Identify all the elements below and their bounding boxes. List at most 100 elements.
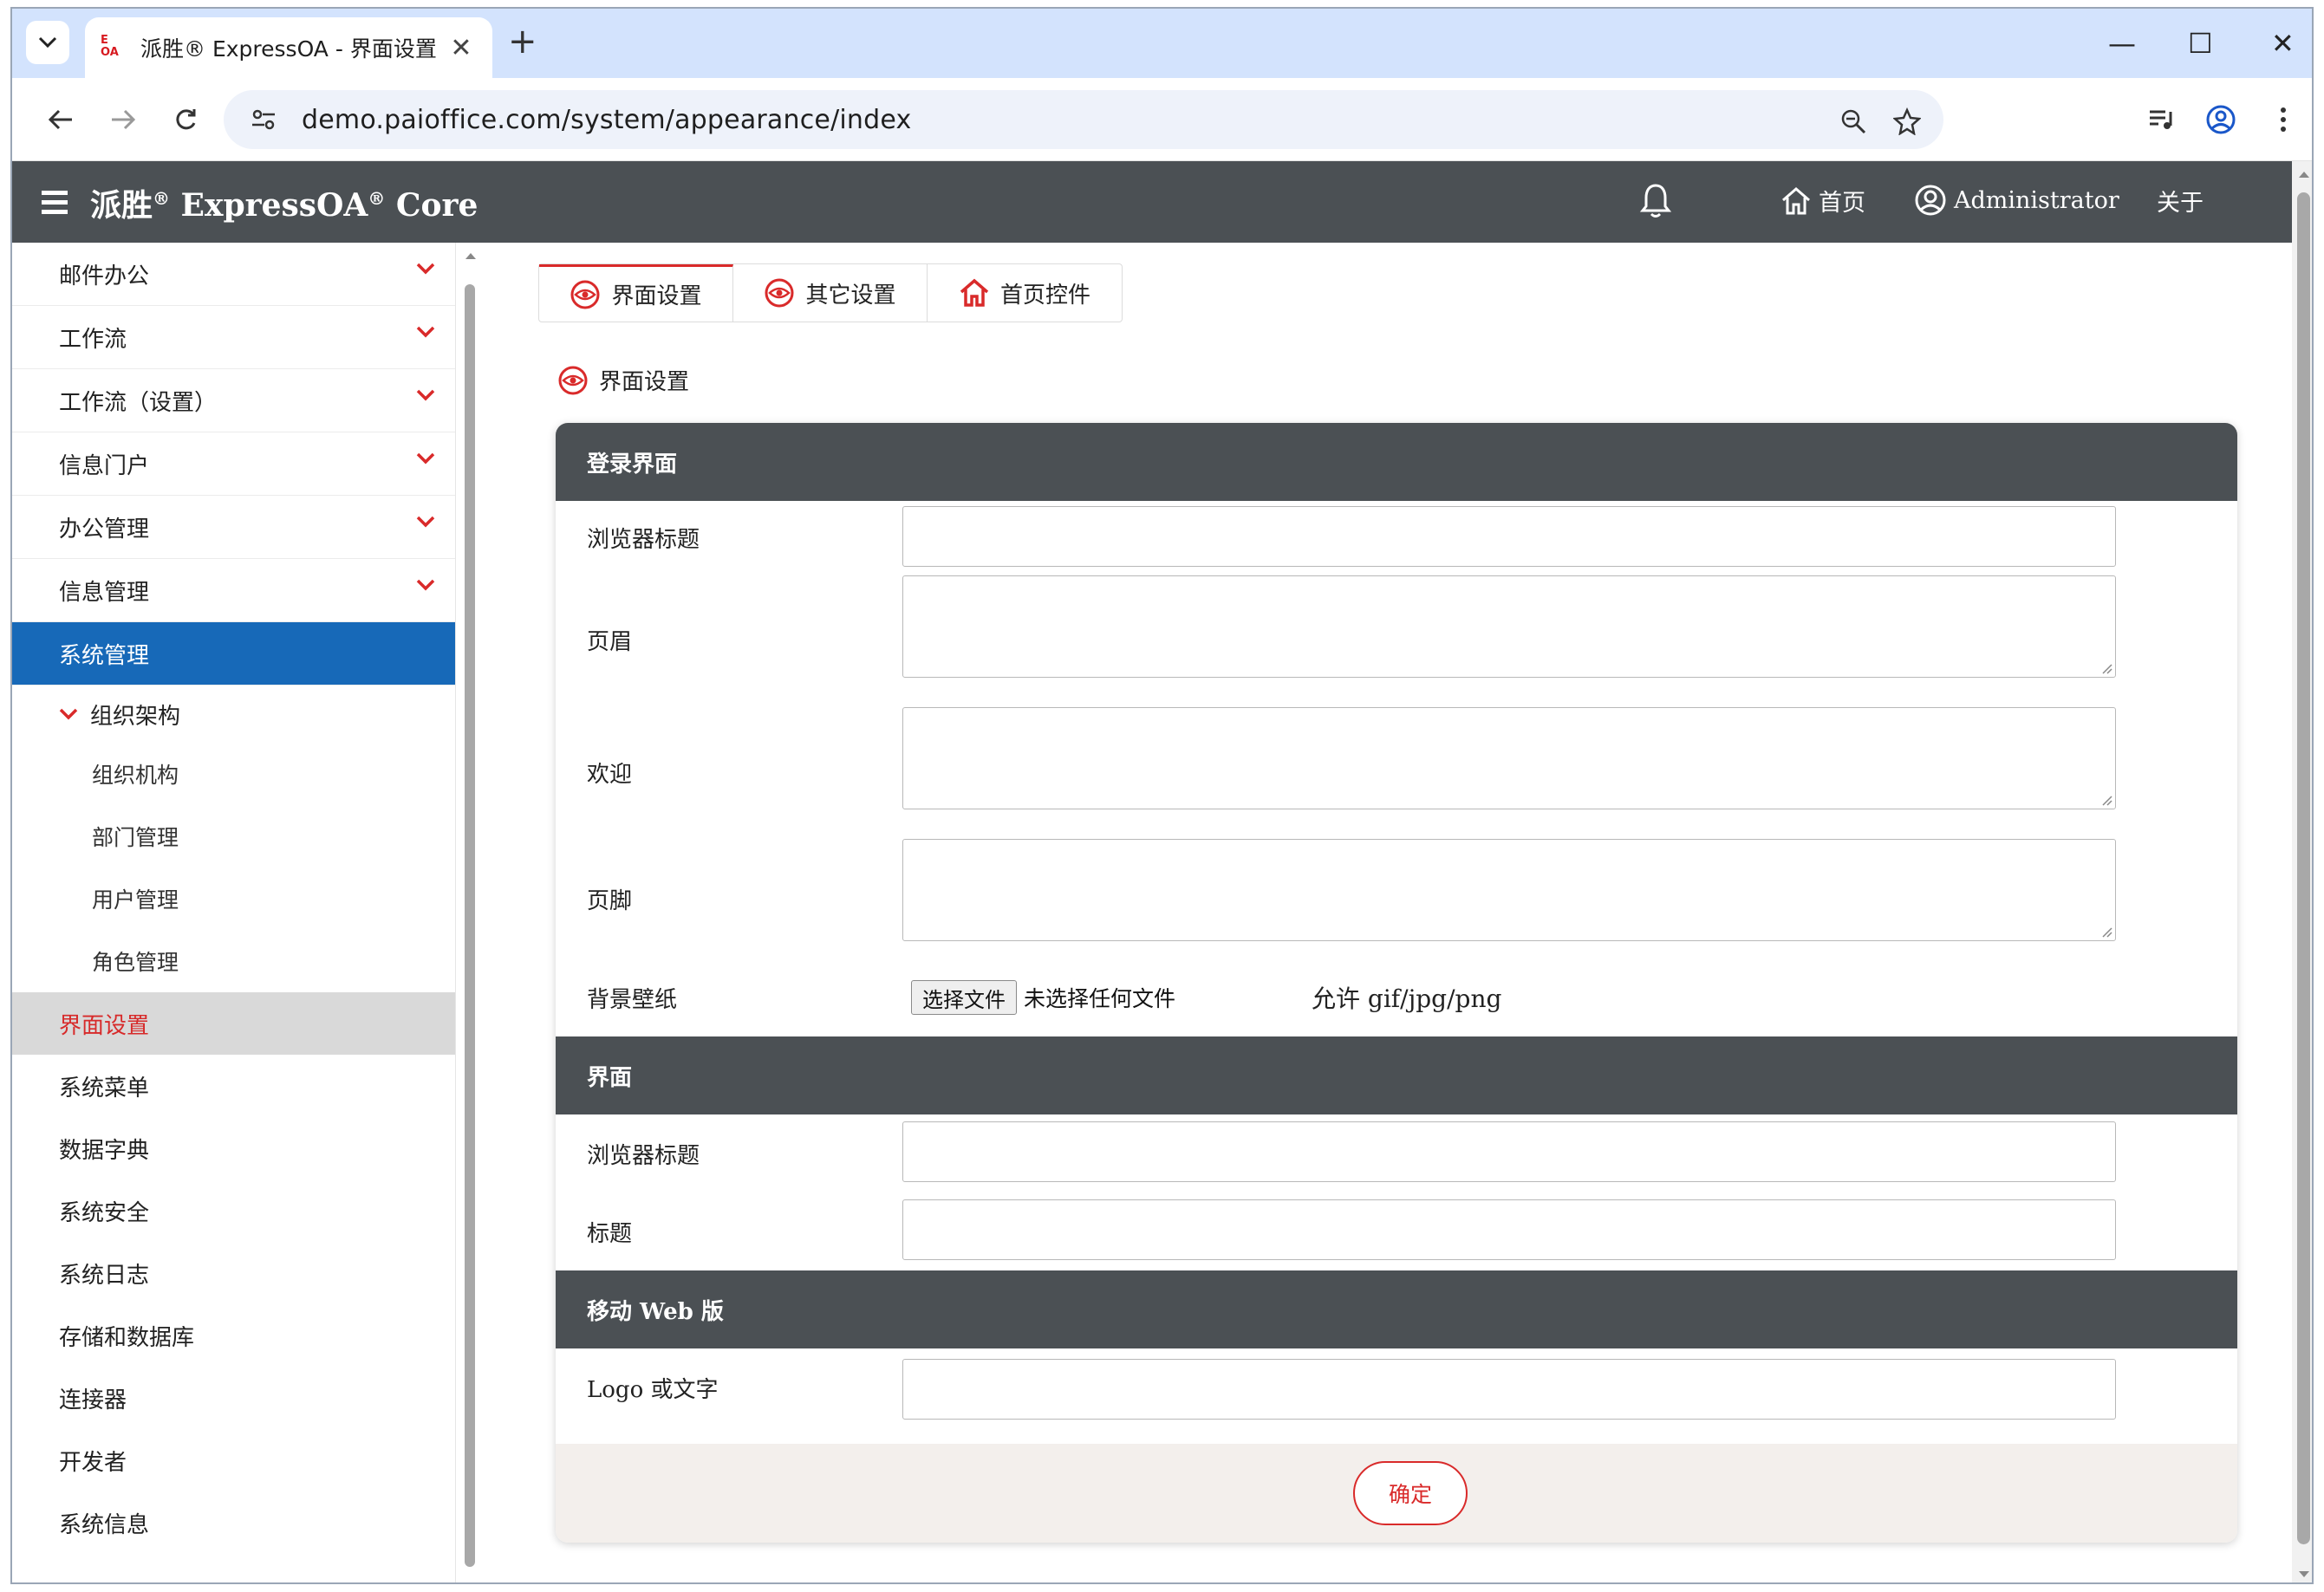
field-label: 背景壁纸 [587, 986, 678, 1013]
sidebar-item-appearance[interactable]: 界面设置 [12, 992, 455, 1055]
ui-title-input[interactable] [902, 1199, 2116, 1260]
page-scroll-thumb[interactable] [2297, 192, 2310, 1544]
ui-browser-title-input[interactable] [902, 1121, 2116, 1182]
user-menu[interactable]: Administrator [1914, 184, 2119, 217]
sidebar: 邮件办公 工作流 工作流（设置） 信息门户 办公管理 信息管理 系统管理 组织架… [12, 243, 456, 1582]
sidebar-item-portal[interactable]: 信息门户 [12, 432, 455, 496]
sidebar-item-label: 存储和数据库 [59, 1324, 195, 1351]
home-link[interactable]: 首页 [1780, 184, 1865, 218]
forward-button[interactable] [102, 99, 144, 140]
tab-interface-settings[interactable]: 界面设置 [539, 264, 733, 322]
registered-mark: ® [153, 188, 171, 209]
more-menu-icon[interactable] [2262, 99, 2304, 140]
close-window-icon[interactable]: ✕ [2271, 26, 2295, 61]
eye-icon [558, 366, 588, 394]
reload-button[interactable] [165, 99, 206, 140]
address-bar[interactable]: demo.paioffice.com/system/appearance/ind… [224, 90, 1943, 149]
zoom-icon[interactable] [1836, 104, 1871, 139]
settings-tabs: 界面设置 其它设置 首页控件 [538, 263, 1123, 322]
sidebar-item-dictionary[interactable]: 数据字典 [12, 1117, 455, 1179]
header-textarea[interactable] [902, 575, 2116, 678]
bookmark-star-icon[interactable] [1890, 104, 1924, 139]
favicon-icon: E OA [101, 34, 119, 59]
sidebar-item-label: 系统日志 [59, 1262, 150, 1289]
sidebar-item-mail[interactable]: 邮件办公 [12, 243, 455, 306]
sidebar-subitem-organizations[interactable]: 组织机构 [12, 743, 455, 805]
resize-handle-icon[interactable] [2100, 662, 2112, 674]
maximize-icon[interactable]: ☐ [2188, 26, 2213, 61]
sidebar-subitem-users[interactable]: 用户管理 [12, 867, 455, 930]
tab-label: 界面设置 [611, 283, 702, 309]
profile-icon[interactable] [2200, 99, 2242, 140]
tab-search-button[interactable] [26, 21, 69, 64]
sidebar-item-logs[interactable]: 系统日志 [12, 1242, 455, 1304]
login-browser-title-input[interactable] [902, 506, 2116, 567]
section-header-mobile: 移动 Web 版 [556, 1270, 2237, 1348]
brand-name: 派胜 [90, 187, 153, 224]
confirm-button[interactable]: 确定 [1353, 1461, 1468, 1525]
sidebar-item-system[interactable]: 系统管理 [12, 622, 455, 686]
logo-text-input[interactable] [902, 1359, 2116, 1420]
browser-tab-active[interactable]: E OA 派胜® ExpressOA - 界面设置 ✕ [85, 17, 492, 78]
tab-other-settings[interactable]: 其它设置 [733, 264, 928, 322]
sidebar-subitem-departments[interactable]: 部门管理 [12, 805, 455, 867]
hamburger-menu-icon[interactable] [42, 191, 68, 214]
choose-file-button[interactable]: 选择文件 [911, 980, 1017, 1015]
media-control-icon[interactable] [2141, 99, 2183, 140]
form-row-header: 页眉 [556, 574, 2237, 705]
about-link[interactable]: 关于 [2157, 184, 2204, 218]
site-info-icon[interactable] [241, 108, 286, 131]
scroll-up-arrow-icon [465, 253, 476, 259]
sidebar-item-label: 系统信息 [59, 1511, 150, 1538]
sidebar-item-security[interactable]: 系统安全 [12, 1179, 455, 1242]
brand-product: ExpressOA [170, 187, 368, 224]
sidebar-item-label: 工作流（设置） [59, 389, 218, 416]
home-icon [1782, 186, 1810, 214]
form-footer: 确定 [556, 1444, 2237, 1543]
tab-home-widgets[interactable]: 首页控件 [928, 264, 1122, 322]
notifications-button[interactable] [1638, 182, 1680, 220]
sidebar-item-label: 邮件办公 [59, 263, 150, 289]
sidebar-item-workflow-settings[interactable]: 工作流（设置） [12, 369, 455, 432]
footer-textarea[interactable] [902, 839, 2116, 941]
scroll-up-arrow-icon [2299, 172, 2309, 178]
minimize-icon[interactable]: — [2108, 26, 2136, 61]
file-type-hint: 允许 gif/jpg/png [1312, 984, 1502, 1013]
resize-handle-icon[interactable] [2100, 794, 2112, 806]
sidebar-scroll-thumb[interactable] [465, 284, 475, 1567]
sidebar-item-label: 数据字典 [59, 1137, 150, 1164]
sidebar-item-label: 开发者 [59, 1449, 127, 1476]
about-link-label: 关于 [2157, 190, 2204, 217]
chevron-down-icon [38, 36, 57, 49]
resize-handle-icon[interactable] [2100, 926, 2112, 938]
sidebar-item-system-menu[interactable]: 系统菜单 [12, 1055, 455, 1117]
scroll-down-arrow-icon [2299, 1571, 2309, 1577]
sidebar-item-label: 界面设置 [59, 1012, 150, 1039]
sidebar-item-system-info[interactable]: 系统信息 [12, 1491, 455, 1554]
sidebar-subitem-roles[interactable]: 角色管理 [12, 930, 455, 992]
eye-icon [570, 280, 600, 309]
sidebar-scrollbar[interactable] [461, 243, 480, 1582]
sidebar-group-organization[interactable]: 组织架构 [12, 686, 455, 743]
sidebar-item-developer[interactable]: 开发者 [12, 1429, 455, 1491]
sidebar-item-info-management[interactable]: 信息管理 [12, 559, 455, 622]
new-tab-button[interactable]: + [508, 24, 537, 59]
url-text: demo.paioffice.com/system/appearance/ind… [302, 104, 912, 135]
section-caption-label: 界面设置 [599, 369, 690, 395]
sidebar-item-workflow[interactable]: 工作流 [12, 306, 455, 369]
form-row-welcome: 欢迎 [556, 705, 2237, 839]
sidebar-item-connectors[interactable]: 连接器 [12, 1367, 455, 1429]
brand-title[interactable]: 派胜® ExpressOA® Core [90, 180, 478, 225]
close-tab-icon[interactable]: ✕ [446, 33, 477, 63]
sidebar-item-label: 连接器 [59, 1387, 127, 1413]
field-label: Logo 或文字 [587, 1376, 719, 1403]
back-button[interactable] [40, 99, 81, 140]
chevron-down-icon [416, 452, 435, 465]
sidebar-item-storage[interactable]: 存储和数据库 [12, 1304, 455, 1367]
welcome-textarea[interactable] [902, 707, 2116, 809]
field-label: 浏览器标题 [587, 1142, 700, 1169]
browser-window: E OA 派胜® ExpressOA - 界面设置 ✕ + — ☐ ✕ demo.… [10, 7, 2314, 1584]
page-scrollbar[interactable] [2292, 161, 2312, 1582]
user-circle-icon [1915, 185, 1946, 216]
sidebar-item-office[interactable]: 办公管理 [12, 496, 455, 559]
